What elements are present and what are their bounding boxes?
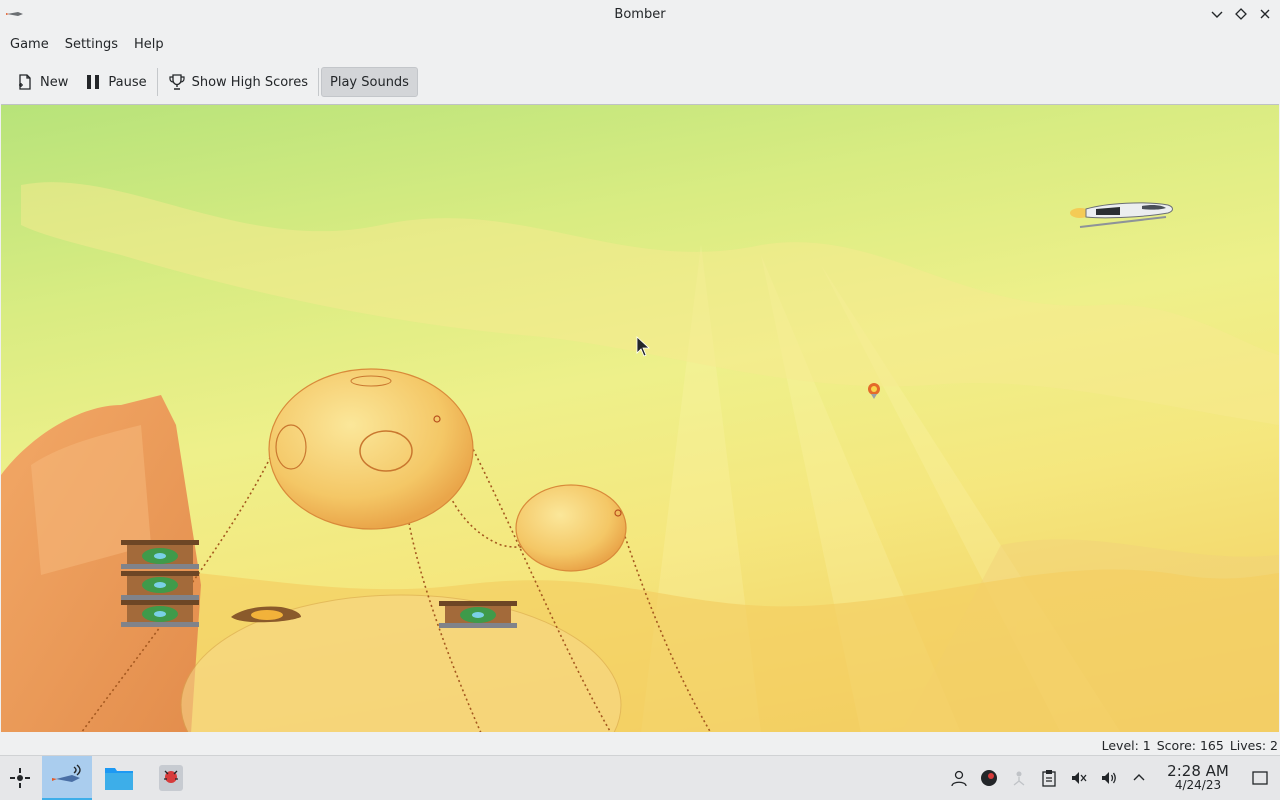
new-document-icon [19,74,31,90]
large-balloon [268,368,474,530]
small-balloon [515,484,627,572]
user-icon[interactable] [944,756,974,800]
toolbar: New Pause Show High Scores Play Sounds [0,62,1280,102]
diamond-icon [1235,8,1247,20]
title-bar: Bomber [0,0,1280,29]
chevron-down-icon [1211,11,1223,18]
clipboard-icon[interactable] [1034,756,1064,800]
close-button[interactable] [1256,5,1274,23]
score-status: Score: 165 [1156,737,1224,753]
minimize-button[interactable] [1208,5,1226,23]
clock[interactable]: 2:28 AM 4/24/23 [1160,762,1236,793]
new-game-button[interactable]: New [8,67,76,97]
pause-label: Pause [108,74,147,90]
menu-bar: Game Settings Help [0,31,172,57]
show-desktop-button[interactable] [1240,756,1280,800]
show-high-scores-button[interactable]: Show High Scores [160,67,316,97]
pause-button[interactable]: Pause [76,67,154,97]
task-game-icon[interactable] [146,756,196,800]
building-stack [121,540,199,627]
chevron-up-icon[interactable] [1124,756,1154,800]
network-icon[interactable] [1004,756,1034,800]
high-scores-label: Show High Scores [191,74,308,90]
close-icon [1260,9,1270,19]
new-label: New [40,74,69,90]
bomber-plane [1070,202,1173,228]
clock-time: 2:28 AM [1167,762,1229,780]
pause-icon [87,75,100,89]
window-title: Bomber [614,7,666,22]
game-canvas[interactable] [1,104,1279,732]
launcher-icon [10,768,30,788]
trophy-icon [168,74,185,90]
steam-icon[interactable] [974,756,1004,800]
building-single [439,601,517,628]
toolbar-separator [156,68,158,96]
clock-date: 4/24/23 [1174,778,1222,792]
bomber-icon [52,764,81,782]
system-tray: 2:28 AM 4/24/23 [944,756,1280,800]
falling-bomb [868,383,880,399]
task-file-manager[interactable] [94,756,144,800]
play-sounds-toggle[interactable]: Play Sounds [321,67,418,97]
application-launcher[interactable] [0,756,40,800]
level-status: Level: 1 [1101,737,1151,753]
game-icon [159,765,183,791]
audio-muted-icon[interactable] [1064,756,1094,800]
menu-settings[interactable]: Settings [57,33,126,56]
game-scene [1,182,1279,732]
toolbar-separator [318,68,319,96]
taskbar: 2:28 AM 4/24/23 [0,755,1280,800]
desktop-icon [1252,771,1268,785]
bomber-app-icon[interactable] [6,8,24,20]
menu-help[interactable]: Help [126,33,172,56]
maximize-button[interactable] [1232,5,1250,23]
volume-icon[interactable] [1094,756,1124,800]
task-bomber[interactable] [42,756,92,800]
lives-status: Lives: 2 [1229,737,1278,753]
folder-icon [105,768,133,790]
status-bar: Level: 1 Score: 165 Lives: 2 [0,735,1280,755]
play-sounds-label: Play Sounds [330,74,409,90]
menu-game[interactable]: Game [2,33,57,56]
